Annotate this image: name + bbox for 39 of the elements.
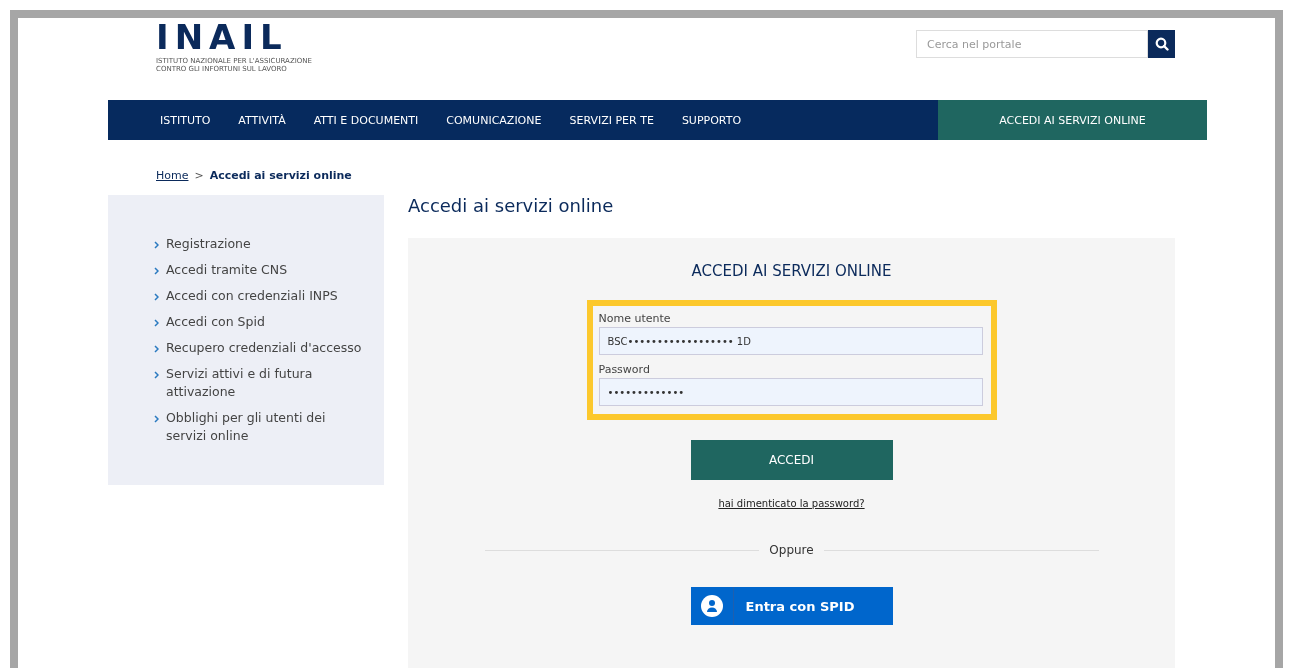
chevron-icon xyxy=(154,267,159,275)
sidebar-link[interactable]: Registrazione xyxy=(154,235,364,253)
breadcrumb-separator: > xyxy=(194,169,204,182)
nav-item[interactable]: ATTI E DOCUMENTI xyxy=(299,100,433,140)
search-button[interactable] xyxy=(1148,30,1175,58)
field-label: Nome utente xyxy=(598,312,672,325)
spid-button[interactable]: Entra con SPID xyxy=(690,587,893,625)
input-field[interactable]: BSC•••••••••••••••••• 1D xyxy=(598,327,983,355)
page-title: Accedi ai servizi online xyxy=(408,195,615,216)
chevron-icon xyxy=(154,293,159,301)
chevron-icon xyxy=(154,371,159,379)
divider-text: Oppure xyxy=(769,543,814,557)
sidebar-link[interactable]: Obblighi per gli utenti dei servizi online xyxy=(154,409,364,445)
user-icon xyxy=(700,595,723,617)
breadcrumb-home-link[interactable]: Home xyxy=(156,169,189,182)
chevron-icon xyxy=(154,415,159,423)
sidebar-link[interactable]: Accedi tramite CNS xyxy=(154,261,364,279)
login-heading: ACCEDI AI SERVIZI ONLINE xyxy=(691,262,892,280)
sidebar-link[interactable]: Accedi con Spid xyxy=(154,313,364,331)
nav-item[interactable]: ATTIVITÀ xyxy=(224,100,300,140)
nav-item[interactable]: SERVIZI PER TE xyxy=(555,100,668,140)
chevron-icon xyxy=(154,345,159,353)
chevron-icon xyxy=(154,241,159,249)
search-icon xyxy=(1154,37,1169,51)
online-services-button[interactable]: ACCEDI AI SERVIZI ONLINE xyxy=(938,100,1207,140)
chevron-icon xyxy=(154,319,159,327)
field-label: Password xyxy=(598,363,651,376)
sidebar-link[interactable]: Accedi con credenziali INPS xyxy=(154,287,364,305)
login-button[interactable]: ACCEDI xyxy=(690,440,893,480)
breadcrumb-current: Accedi ai servizi online xyxy=(209,169,352,182)
forgot-password-link[interactable]: hai dimenticato la password? xyxy=(718,498,865,509)
sidebar-link[interactable]: Servizi attivi e di futura attivazione xyxy=(154,365,364,401)
nav-item[interactable]: ISTITUTO xyxy=(146,100,225,140)
logo[interactable]: INAIL xyxy=(156,20,312,54)
sidebar-link[interactable]: Recupero credenziali d'accesso xyxy=(154,339,364,357)
input-field[interactable]: ••••••••••••• xyxy=(598,378,983,406)
nav-item[interactable]: COMUNICAZIONE xyxy=(432,100,556,140)
nav-item[interactable]: SUPPORTO xyxy=(667,100,756,140)
search-field[interactable]: Cerca nel portale xyxy=(916,30,1148,58)
